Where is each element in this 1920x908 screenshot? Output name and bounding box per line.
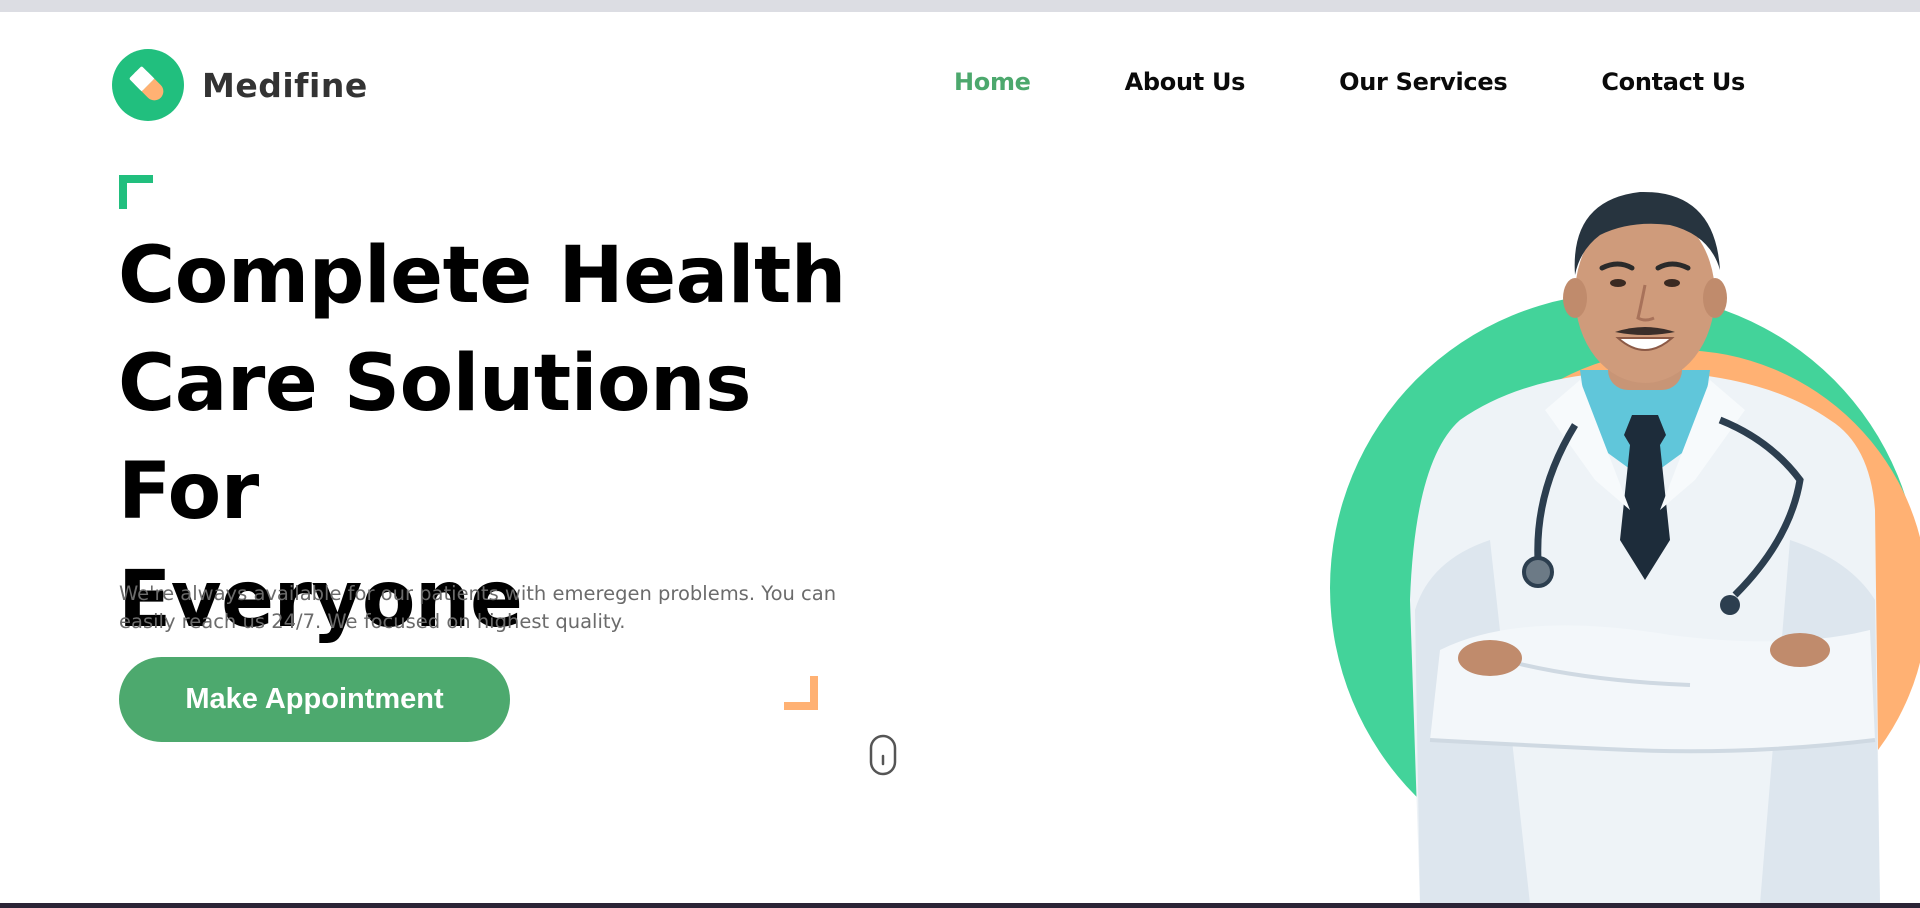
nav-contact-us[interactable]: Contact Us — [1601, 68, 1745, 96]
doctor-portrait — [1410, 191, 1880, 904]
browser-top-strip — [0, 0, 1920, 12]
hero-description: We're always available for our patients … — [119, 580, 839, 636]
nav-home[interactable]: Home — [954, 68, 1031, 96]
corner-bracket-top-left — [119, 175, 153, 209]
hero-description-line: easily reach us 24/7. We focused on high… — [119, 610, 626, 633]
bottom-dark-strip — [0, 903, 1920, 908]
hero-description-line: We're always available for our patients … — [119, 582, 837, 605]
hero-title-line: Care Solutions For — [118, 339, 752, 537]
main-nav: Home About Us Our Services Contact Us — [860, 68, 1745, 96]
mouse-scroll-icon[interactable] — [869, 734, 897, 776]
nav-our-services[interactable]: Our Services — [1339, 68, 1507, 96]
pill-icon — [112, 49, 184, 121]
corner-bracket-bottom-right — [784, 676, 818, 710]
make-appointment-button[interactable]: Make Appointment — [119, 657, 510, 742]
hero-title-line: Complete Health — [118, 231, 846, 321]
nav-about-us[interactable]: About Us — [1125, 68, 1246, 96]
brand-logo-link[interactable]: Medifine — [112, 49, 368, 121]
brand-name: Medifine — [202, 65, 368, 105]
